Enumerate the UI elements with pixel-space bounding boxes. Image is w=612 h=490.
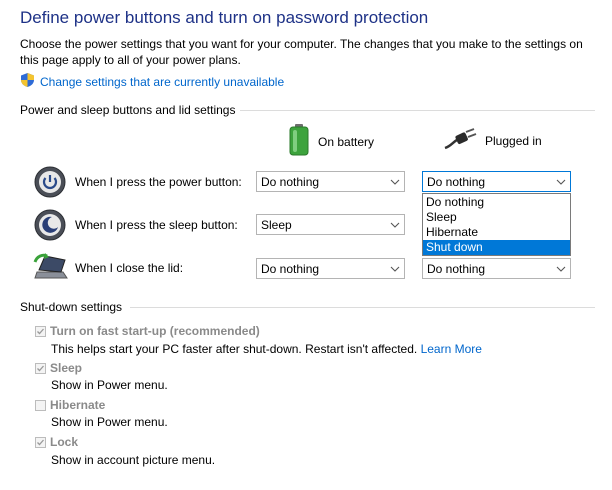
- fast-startup-checkbox[interactable]: [35, 325, 46, 337]
- sleep-option-desc: Show in Power menu.: [51, 378, 168, 392]
- dropdown-option[interactable]: Hibernate: [423, 225, 570, 240]
- laptop-lid-icon: [33, 252, 69, 283]
- dropdown-option[interactable]: Sleep: [423, 210, 570, 225]
- select-value: Sleep: [261, 217, 292, 232]
- plugged-in-label: Plugged in: [485, 133, 542, 148]
- fast-startup-option: Turn on fast start-up (recommended): [35, 324, 260, 338]
- hibernate-option: Hibernate: [35, 398, 105, 412]
- fast-startup-desc: This helps start your PC faster after sh…: [51, 342, 482, 356]
- dropdown-option-selected[interactable]: Shut down: [423, 240, 570, 255]
- section-divider: [130, 307, 595, 308]
- sleep-button-battery-select[interactable]: Sleep: [256, 214, 405, 235]
- page-title: Define power buttons and turn on passwor…: [20, 8, 429, 27]
- close-lid-label: When I close the lid:: [75, 261, 184, 275]
- fast-startup-desc-text: This helps start your PC faster after sh…: [51, 342, 418, 356]
- plugged-in-header: Plugged in: [443, 128, 542, 153]
- power-button-plugged-select[interactable]: Do nothing: [422, 171, 571, 192]
- change-settings-link-row[interactable]: Change settings that are currently unava…: [20, 72, 284, 91]
- close-lid-battery-select[interactable]: Do nothing: [256, 258, 405, 279]
- battery-icon: [288, 124, 310, 159]
- chevron-down-icon: [386, 259, 404, 278]
- hibernate-option-label: Hibernate: [50, 398, 106, 412]
- close-lid-plugged-select[interactable]: Do nothing: [422, 258, 571, 279]
- lock-option-desc: Show in account picture menu.: [51, 453, 216, 467]
- lock-option: Lock: [35, 435, 78, 449]
- chevron-down-icon: [552, 259, 570, 278]
- fast-startup-label: Turn on fast start-up (recommended): [50, 324, 260, 338]
- power-button-icon: [34, 166, 66, 201]
- sleep-checkbox[interactable]: [35, 362, 46, 374]
- select-value: Do nothing: [261, 174, 320, 189]
- uac-shield-icon: [20, 72, 35, 91]
- select-value: Do nothing: [261, 261, 320, 276]
- page-intro: Choose the power settings that you want …: [20, 37, 583, 67]
- sleep-button-icon: [34, 209, 66, 244]
- lock-option-label: Lock: [50, 435, 79, 449]
- learn-more-link[interactable]: Learn More: [421, 342, 482, 356]
- chevron-down-icon: [386, 172, 404, 191]
- chevron-down-icon: [386, 215, 404, 234]
- plugged-dropdown-list[interactable]: Do nothing Sleep Hibernate Shut down: [422, 193, 571, 256]
- power-plug-icon: [443, 128, 477, 153]
- chevron-down-icon: [552, 172, 570, 191]
- on-battery-label: On battery: [318, 134, 375, 149]
- lock-checkbox[interactable]: [35, 436, 46, 448]
- power-button-battery-select[interactable]: Do nothing: [256, 171, 405, 192]
- dropdown-option[interactable]: Do nothing: [423, 195, 570, 210]
- power-section-title: Power and sleep buttons and lid settings: [20, 103, 236, 117]
- hibernate-option-desc: Show in Power menu.: [51, 415, 168, 429]
- power-button-label: When I press the power button:: [75, 175, 242, 189]
- hibernate-checkbox[interactable]: [35, 399, 46, 411]
- change-settings-link[interactable]: Change settings that are currently unava…: [40, 75, 284, 89]
- section-divider: [240, 110, 595, 111]
- sleep-button-label: When I press the sleep button:: [75, 218, 238, 232]
- on-battery-header: On battery: [288, 124, 374, 159]
- sleep-option-label: Sleep: [50, 361, 83, 375]
- select-value: Do nothing: [427, 261, 486, 276]
- select-value: Do nothing: [427, 174, 486, 189]
- sleep-option: Sleep: [35, 361, 82, 375]
- shutdown-section-title: Shut-down settings: [20, 300, 123, 314]
